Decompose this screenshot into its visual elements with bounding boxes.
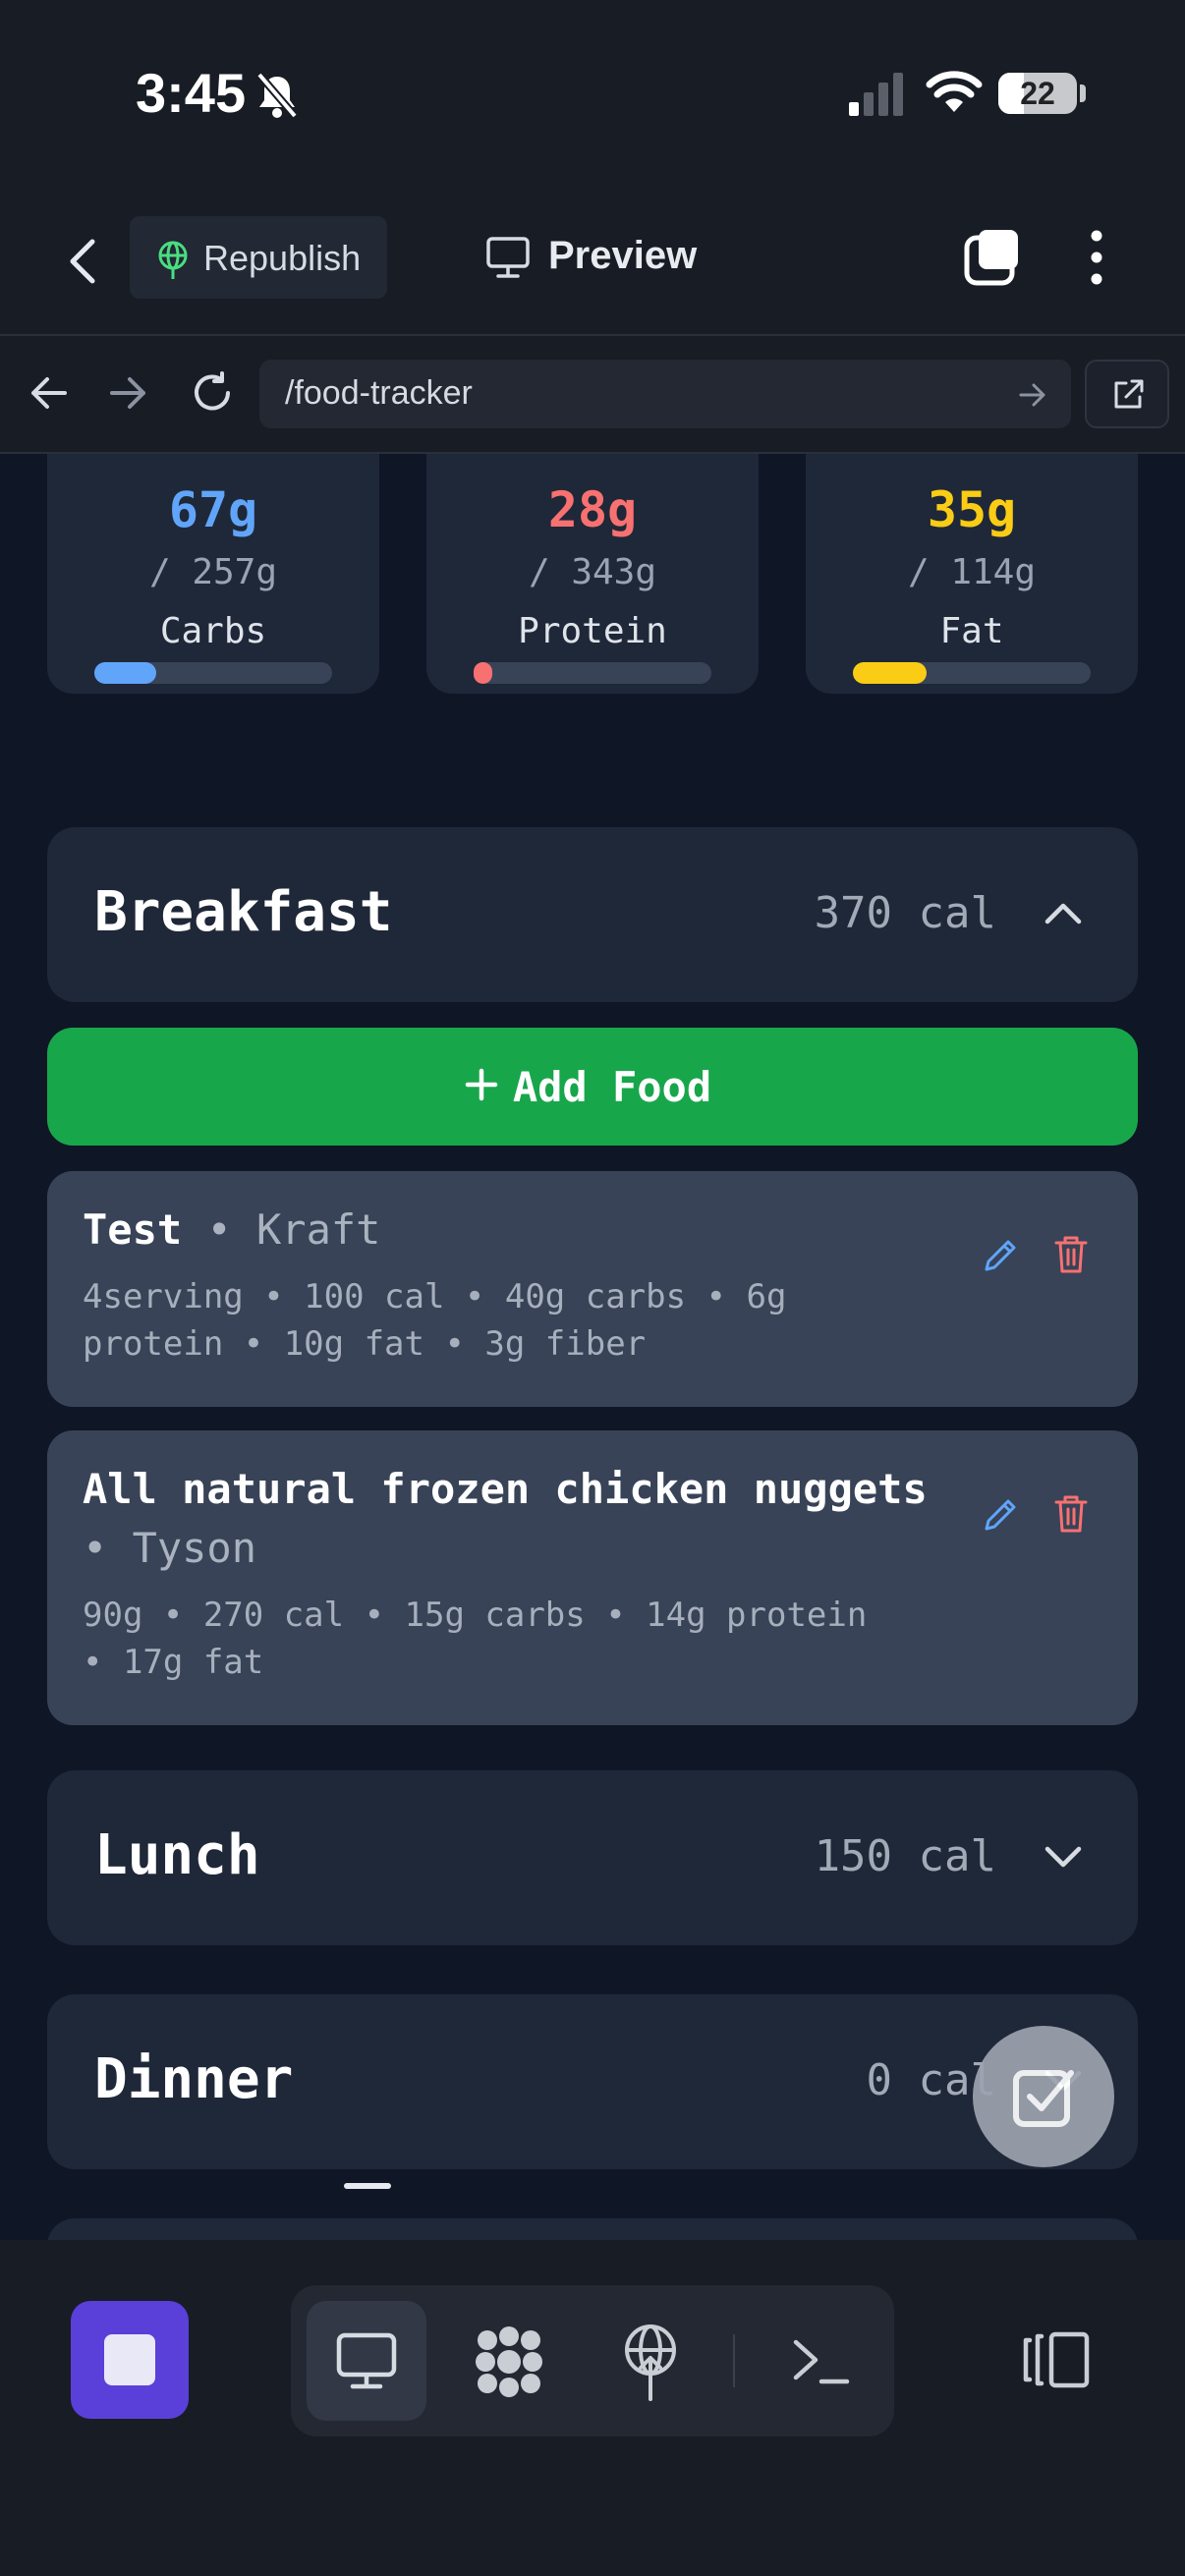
macro-card-carbs: 67g / 257g Carbs [47, 454, 379, 694]
trash-icon[interactable] [1053, 1234, 1089, 1275]
chevron-up-icon[interactable] [1042, 892, 1085, 935]
food-item: Test • Kraft 4serving • 100 cal • 40g ca… [47, 1171, 1138, 1407]
meal-calories: 370 cal [814, 888, 996, 938]
bell-slash-icon [255, 72, 299, 119]
food-title: All natural frozen chicken nuggets • Tys… [83, 1460, 967, 1578]
chevron-down-icon[interactable] [1042, 1835, 1085, 1878]
food-tracker-page: 67g / 257g Carbs 28g / 343g Protein 35g … [0, 454, 1185, 2240]
battery-cap [1080, 84, 1086, 102]
stop-button[interactable] [71, 2301, 189, 2419]
stop-icon [104, 2334, 155, 2385]
url-bar: /food-tracker [0, 336, 1185, 454]
tool-preview-active[interactable] [307, 2301, 426, 2421]
bottom-toolbar [0, 2240, 1185, 2576]
monitor-icon [336, 2332, 397, 2389]
food-details-line: 4serving • 100 cal • 40g carbs • 6g [83, 1277, 787, 1316]
trash-icon[interactable] [1053, 1493, 1089, 1535]
external-link-button[interactable] [1085, 360, 1169, 428]
add-food-button[interactable]: Add Food [47, 1028, 1138, 1146]
status-bar: 3:45 22 [0, 0, 1185, 196]
url-field[interactable]: /food-tracker [259, 360, 1071, 428]
republish-label: Republish [203, 238, 362, 278]
chevron-left-icon[interactable] [55, 232, 114, 291]
macro-goal: / 343g [528, 552, 657, 592]
pencil-icon[interactable] [981, 1495, 1020, 1535]
macro-label: Fat [939, 611, 1004, 651]
macro-label: Protein [518, 611, 667, 651]
pencil-icon[interactable] [981, 1236, 1020, 1275]
reload-icon[interactable] [189, 369, 236, 417]
meal-header-partial [47, 2218, 1138, 2240]
macro-progress-track [853, 662, 1091, 684]
go-arrow-icon[interactable] [1018, 381, 1047, 409]
macro-progress-fill [94, 662, 156, 684]
food-name: All natural frozen chicken nuggets [83, 1465, 928, 1513]
food-brand: • Tyson [83, 1524, 257, 1572]
tool-group [291, 2285, 894, 2436]
meal-name: Breakfast [94, 880, 393, 944]
wifi-icon [926, 71, 983, 112]
macro-value: 35g [927, 481, 1017, 538]
status-time: 3:45 [136, 62, 247, 124]
url-text: /food-tracker [285, 374, 473, 412]
arrow-right-icon[interactable] [108, 373, 149, 413]
meal-calories: 150 cal [814, 1831, 996, 1881]
macro-goal: / 257g [148, 552, 278, 592]
meal-header-breakfast[interactable]: Breakfast 370 cal [47, 827, 1138, 1002]
tabs-icon[interactable] [961, 226, 1024, 289]
preview-label: Preview [548, 234, 698, 277]
republish-button[interactable]: Republish [130, 216, 387, 299]
food-details: 90g • 270 cal • 15g carbs • 14g protein … [83, 1592, 967, 1686]
food-brand: • Kraft [206, 1205, 381, 1254]
checklist-fab[interactable] [973, 2026, 1114, 2167]
food-details: 4serving • 100 cal • 40g carbs • 6g prot… [83, 1273, 967, 1368]
panels-icon[interactable] [1020, 2330, 1091, 2389]
food-details-line: • 17g fat [83, 1643, 264, 1682]
monitor-icon [486, 237, 530, 278]
meal-header-lunch[interactable]: Lunch 150 cal [47, 1770, 1138, 1945]
meal-name: Lunch [94, 1823, 260, 1887]
food-details-line: 90g • 270 cal • 15g carbs • 14g protein [83, 1596, 868, 1635]
toolbar-divider [733, 2334, 735, 2387]
checkbox-icon [1013, 2070, 1074, 2127]
macro-progress-track [94, 662, 332, 684]
macro-label: Carbs [159, 611, 267, 651]
macro-card-fat: 35g / 114g Fat [806, 454, 1138, 694]
meal-name: Dinner [94, 2047, 294, 2111]
deploy-icon[interactable] [621, 2323, 680, 2401]
macro-progress-track [474, 662, 711, 684]
app-header: Republish Preview [0, 196, 1185, 336]
signal-icon [849, 73, 903, 116]
food-name: Test [83, 1205, 183, 1254]
terminal-icon[interactable] [790, 2334, 853, 2387]
battery-percent: 22 [1020, 76, 1055, 111]
macro-card-protein: 28g / 343g Protein [426, 454, 759, 694]
active-tab-indicator [344, 2183, 391, 2189]
globe-icon [158, 241, 188, 279]
macro-progress-fill [853, 662, 928, 684]
food-details-line: protein • 10g fat • 3g fiber [83, 1324, 647, 1364]
macro-value: 28g [547, 481, 638, 538]
macro-goal: / 114g [907, 552, 1037, 592]
food-item: All natural frozen chicken nuggets • Tys… [47, 1430, 1138, 1725]
add-food-label: Add Food [512, 1063, 712, 1111]
macro-value: 67g [168, 481, 258, 538]
nodes-icon[interactable] [472, 2324, 546, 2399]
food-title: Test • Kraft [83, 1201, 967, 1260]
arrow-left-icon[interactable] [28, 373, 69, 413]
more-vertical-icon[interactable] [1079, 226, 1114, 289]
battery-icon: 22 [998, 73, 1077, 114]
external-link-icon [1114, 379, 1144, 409]
macro-progress-fill [474, 662, 493, 684]
